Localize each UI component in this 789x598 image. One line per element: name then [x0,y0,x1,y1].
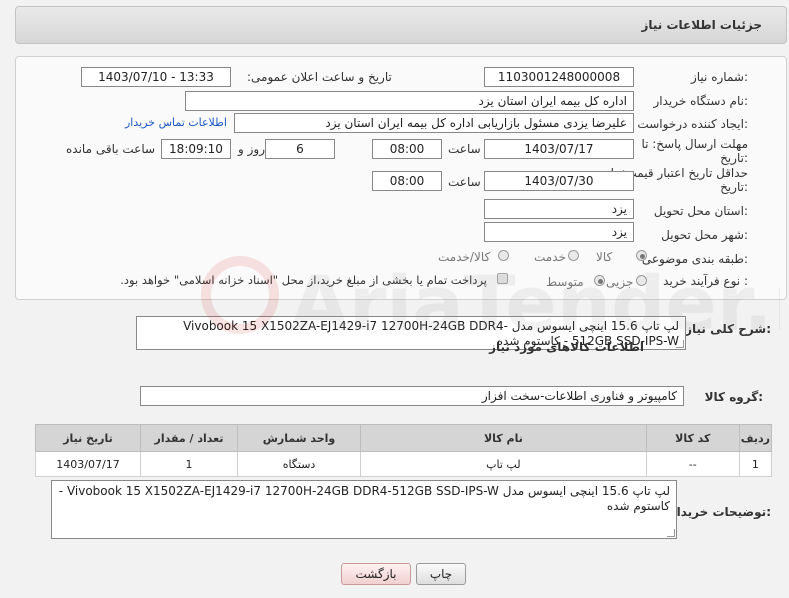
process-option-minor: جزیی [606,275,634,289]
category-radio-service[interactable] [568,250,579,261]
process-radio-medium[interactable] [594,275,605,286]
category-option-service: خدمت [534,250,566,264]
category-radio-goods-service[interactable] [498,250,509,261]
col-date: تاریخ نیاز [35,424,141,452]
deadline-time-field: 08:00 [372,139,442,159]
col-unit: واحد شمارش [237,424,361,452]
process-option-medium: متوسط [546,275,584,289]
deadline-time-label: ساعت [448,142,481,156]
need-number-label: شماره نیاز: [690,70,748,84]
validity-time-field: 08:00 [372,171,442,191]
buyer-org-label: نام دستگاه خریدار: [653,94,749,108]
resize-grip-icon[interactable] [667,529,675,537]
validity-date-field: 1403/07/30 [484,171,634,191]
validity-label-date: تاریخ: [720,180,748,194]
province-field: یزد [484,199,634,219]
province-label: استان محل تحویل: [653,204,748,218]
table-row: 1 -- لپ تاپ دستگاه 1 1403/07/17 [35,451,773,477]
summary-label: شرح کلی نیاز: [685,322,771,336]
category-radio-goods[interactable] [636,250,647,261]
page-title: جزئیات اطلاعات نیاز [641,18,762,32]
treasury-payment-checkbox[interactable] [497,273,508,284]
col-name: نام کالا [360,424,647,452]
process-label: نوع فرآیند خرید : [663,274,748,288]
days-label: روز و [238,142,265,156]
city-label: شهر محل تحویل: [661,228,748,242]
col-code: کد کالا [645,424,740,452]
print-button[interactable]: چاپ [416,563,466,585]
cell-unit: دستگاه [237,451,361,477]
remaining-time-label: ساعت باقی مانده [66,142,156,156]
goods-group-label: گروه کالا: [704,390,763,404]
category-label: طبقه بندی موضوعی: [641,252,748,266]
col-row: ردیف [738,424,773,452]
process-radio-minor[interactable] [636,275,647,286]
announce-date-label: تاریخ و ساعت اعلان عمومی: [247,70,392,84]
cell-row: 1 [738,451,773,477]
buyer-notes-textarea[interactable]: لپ تاپ 15.6 اینچی ایسوس مدل Vivobook 15 … [51,480,677,539]
deadline-label-date: تاریخ: [720,151,748,165]
creator-field: علیرضا یزدی مسئول بازاریابی اداره کل بیم… [234,113,634,133]
back-button[interactable]: بازگشت [341,563,411,585]
page-header: جزئیات اطلاعات نیاز [15,6,787,44]
announce-date-field: 1403/07/10 - 13:33 [81,67,231,87]
validity-time-label: ساعت [448,175,481,189]
remaining-time-field: 18:09:10 [161,139,231,159]
buyer-org-field: اداره کل بیمه ایران استان یزد [185,91,634,111]
deadline-label: مهلت ارسال پاسخ: تا [641,137,748,151]
goods-section-title: اطلاعات کالاهای مورد نیاز [489,340,644,354]
goods-table-header: ردیف کد کالا نام کالا واحد شمارش تعداد /… [35,424,773,452]
days-remaining-field: 6 [265,139,335,159]
need-number-field: 1103001248000008 [484,67,634,87]
creator-label: ایجاد کننده درخواست: [637,117,748,131]
city-field: یزد [484,222,634,242]
goods-table: ردیف کد کالا نام کالا واحد شمارش تعداد /… [35,424,773,477]
deadline-date-field: 1403/07/17 [484,139,634,159]
cell-qty: 1 [140,451,238,477]
treasury-payment-note: پرداخت تمام یا بخشی از مبلغ خرید،از محل … [120,273,487,287]
cell-code: -- [645,451,740,477]
col-qty: تعداد / مقدار [140,424,238,452]
goods-group-field: کامپیوتر و فناوری اطلاعات-سخت افزار [140,386,684,406]
buyer-contact-link[interactable]: اطلاعات تماس خریدار [125,116,227,129]
cell-name: لپ تاپ [360,451,647,477]
category-option-goods: کالا [596,250,613,264]
buyer-notes-text: لپ تاپ 15.6 اینچی ایسوس مدل Vivobook 15 … [58,484,670,513]
category-option-goods-service: کالا/خدمت [438,250,491,264]
cell-date: 1403/07/17 [35,451,141,477]
resize-grip-icon[interactable] [676,340,684,348]
buyer-notes-label: توضیحات خریدار: [669,505,771,519]
